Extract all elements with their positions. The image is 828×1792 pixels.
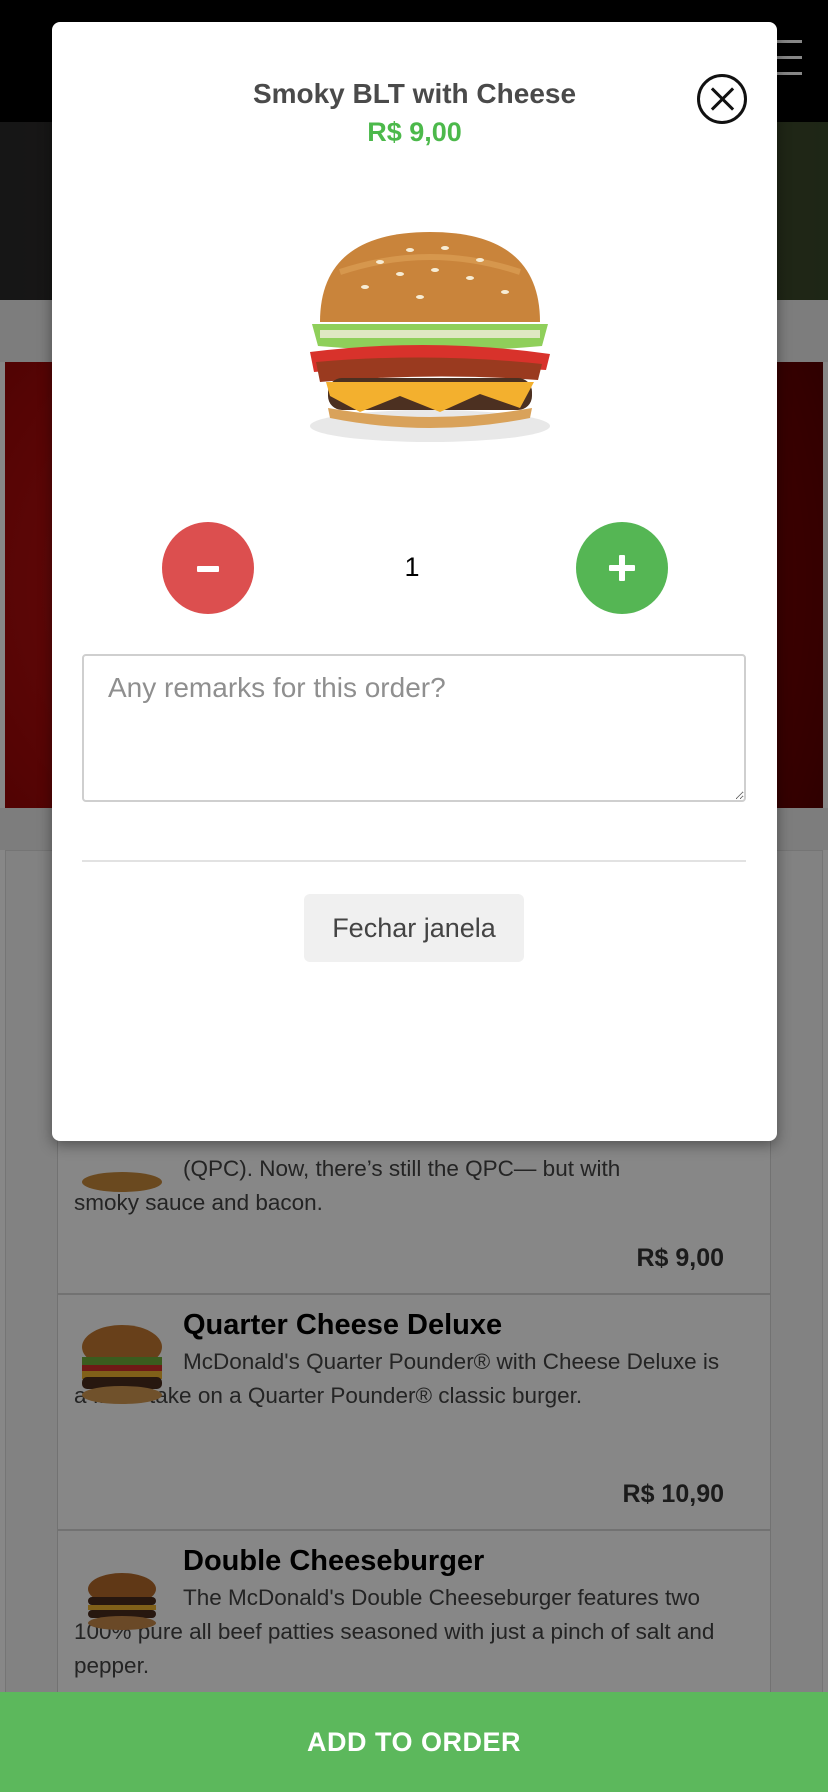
increase-quantity-button[interactable]: [576, 522, 668, 614]
decrease-quantity-button[interactable]: [162, 522, 254, 614]
product-title: Smoky BLT with Cheese: [252, 78, 577, 109]
add-to-order-button[interactable]: ADD TO ORDER: [0, 1692, 828, 1792]
product-modal: Smoky BLT with Cheese R$ 9,00 1 Fechar j…: [52, 22, 777, 1141]
product-price: R$ 9,00: [367, 117, 462, 147]
burger-product-image: [310, 232, 550, 442]
remarks-textarea[interactable]: [82, 654, 746, 802]
close-x-icon[interactable]: [697, 74, 747, 124]
minus-icon: [197, 566, 219, 572]
close-window-button[interactable]: Fechar janela: [304, 894, 524, 962]
divider: [82, 860, 746, 862]
quantity-value: 1: [404, 552, 420, 582]
